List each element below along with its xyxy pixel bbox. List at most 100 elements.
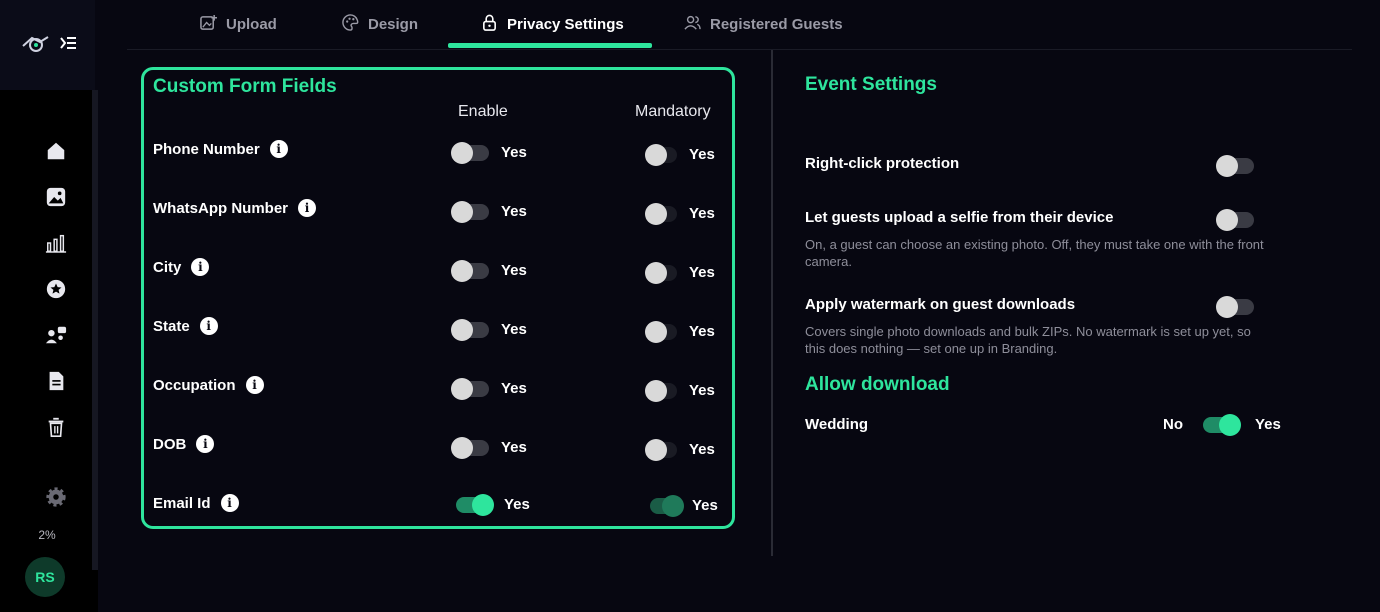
info-icon[interactable]: i: [298, 199, 316, 217]
toggle-knob: [451, 377, 473, 400]
tab-bar: Upload Design Privacy Settings Registere…: [127, 0, 1352, 50]
right-click-protection-toggle[interactable]: [1216, 155, 1254, 177]
info-icon[interactable]: i: [220, 494, 239, 512]
mandatory-toggle-group: Yes: [645, 438, 715, 461]
mandatory-toggle-group: Yes: [645, 261, 715, 284]
selfie-upload-toggle[interactable]: [1216, 209, 1254, 231]
trash-icon[interactable]: [44, 415, 68, 439]
field-row-email-id: Email Id i Yes Yes: [144, 493, 732, 524]
storage-percent: 2%: [38, 528, 56, 542]
tab-registered-guests[interactable]: Registered Guests: [684, 0, 843, 48]
toggle-track: [1216, 209, 1254, 231]
enable-toggle-label: Yes: [501, 439, 527, 456]
field-label-wrap: WhatsApp Number i: [153, 199, 316, 217]
avatar[interactable]: RS: [25, 557, 65, 597]
mandatory-toggle-group: Yes: [645, 143, 715, 166]
info-icon[interactable]: i: [191, 258, 210, 276]
enable-toggle[interactable]: [456, 493, 494, 516]
enable-toggle-label: Yes: [504, 496, 530, 513]
tab-label: Upload: [226, 15, 277, 33]
toggle-knob: [451, 259, 473, 282]
field-label-wrap: Email Id i: [153, 494, 239, 512]
mandatory-toggle-label: Yes: [689, 323, 715, 340]
document-icon[interactable]: [44, 369, 68, 393]
selfie-upload-label: Let guests upload a selfie from their de…: [805, 209, 1114, 226]
mandatory-toggle[interactable]: [645, 320, 677, 343]
collapse-menu-icon[interactable]: [59, 36, 76, 55]
tab-design[interactable]: Design: [342, 0, 418, 48]
tab-upload[interactable]: Upload: [200, 0, 277, 48]
enable-toggle[interactable]: [451, 318, 489, 341]
enable-toggle-group: Yes: [451, 200, 527, 223]
mandatory-toggle-label: Yes: [689, 264, 715, 281]
mandatory-toggle[interactable]: [645, 261, 677, 284]
home-icon[interactable]: [44, 139, 68, 163]
toggle-knob: [1216, 155, 1238, 177]
tab-privacy-settings[interactable]: Privacy Settings: [481, 0, 624, 48]
info-icon[interactable]: i: [245, 376, 264, 394]
enable-toggle-group: Yes: [451, 141, 527, 164]
mandatory-toggle[interactable]: [645, 379, 677, 402]
enable-toggle[interactable]: [451, 436, 489, 459]
toggle-knob: [451, 200, 473, 223]
field-label: Email Id: [153, 494, 211, 512]
enable-toggle[interactable]: [451, 377, 489, 400]
enable-toggle-group: Yes: [451, 259, 527, 282]
tab-label: Privacy Settings: [507, 15, 624, 33]
field-label: Occupation: [153, 376, 236, 394]
info-icon[interactable]: i: [196, 435, 215, 453]
field-label: WhatsApp Number: [153, 199, 288, 217]
toggle-track: [1216, 296, 1254, 318]
allow-download-toggle[interactable]: [1203, 413, 1241, 436]
active-tab-indicator: [448, 43, 652, 48]
enable-toggle[interactable]: [451, 200, 489, 223]
tab-label: Registered Guests: [710, 15, 843, 33]
users-icon[interactable]: [44, 323, 68, 347]
mandatory-toggle-label: Yes: [689, 382, 715, 399]
field-label-wrap: DOB i: [153, 435, 215, 453]
gear-icon[interactable]: [44, 485, 68, 509]
star-icon[interactable]: [44, 277, 68, 301]
toggle-knob: [645, 320, 667, 343]
enable-toggle[interactable]: [451, 259, 489, 282]
sidebar-header: [0, 0, 95, 90]
enable-toggle-group: Yes: [456, 493, 530, 516]
allow-download-no-label: No: [1163, 416, 1183, 433]
enable-toggle-label: Yes: [501, 262, 527, 279]
image-icon[interactable]: [44, 185, 68, 209]
vertical-divider: [771, 50, 773, 556]
mandatory-toggle[interactable]: [650, 494, 684, 517]
enable-toggle[interactable]: [451, 141, 489, 164]
mandatory-toggle[interactable]: [645, 143, 677, 166]
field-row-dob: DOB i Yes Yes: [144, 435, 732, 465]
mandatory-toggle-label: Yes: [692, 497, 718, 514]
mandatory-toggle[interactable]: [645, 202, 677, 225]
field-label: City: [153, 258, 182, 276]
toggle-knob: [451, 436, 473, 459]
field-label: Phone Number: [153, 140, 260, 158]
mandatory-toggle-label: Yes: [689, 146, 715, 163]
toggle-knob: [451, 141, 473, 164]
selfie-upload-description: On, a guest can choose an existing photo…: [805, 237, 1264, 269]
enable-toggle-label: Yes: [501, 203, 527, 220]
mandatory-toggle-label: Yes: [689, 205, 715, 222]
toggle-knob: [1216, 209, 1238, 231]
watermark-label: Apply watermark on guest downloads: [805, 296, 1076, 313]
toggle-knob: [1219, 413, 1241, 436]
mandatory-toggle[interactable]: [645, 438, 677, 461]
logo-icon[interactable]: [20, 32, 52, 59]
bar-chart-icon[interactable]: [44, 231, 68, 255]
tab-label: Design: [368, 15, 419, 33]
field-label-wrap: City i: [153, 258, 210, 276]
toggle-knob: [1216, 296, 1238, 318]
info-icon[interactable]: i: [269, 140, 288, 158]
info-icon[interactable]: i: [199, 317, 218, 335]
watermark-toggle[interactable]: [1216, 296, 1254, 318]
enable-toggle-group: Yes: [451, 436, 527, 459]
toggle-knob: [645, 261, 667, 284]
enable-toggle-label: Yes: [501, 321, 527, 338]
field-label-wrap: Phone Number i: [153, 140, 288, 158]
sidebar-scrollbar[interactable]: [92, 90, 98, 570]
allow-download-yes-label: Yes: [1255, 416, 1281, 433]
field-row-phone-number: Phone Number i Yes Yes: [144, 140, 732, 170]
